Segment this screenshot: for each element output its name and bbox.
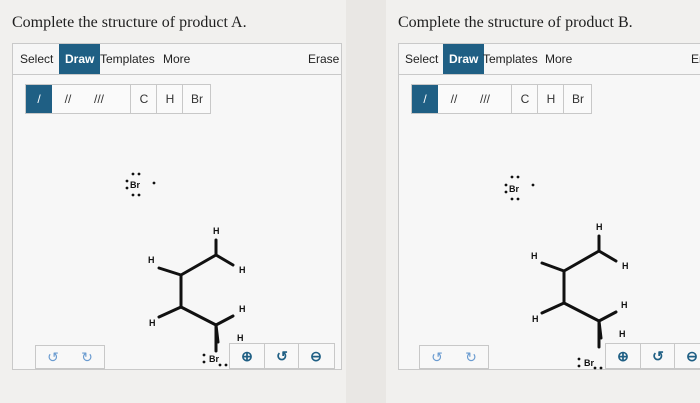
hydrogen-label: H: [239, 265, 246, 275]
molecule-structure: Br H H H H H H Br: [125, 172, 246, 367]
bromine-substituent-label: Br: [584, 358, 594, 368]
hydrogen-label: H: [239, 304, 246, 314]
draw-tool-button[interactable]: Draw: [443, 44, 485, 74]
reset-view-icon[interactable]: ↺: [640, 344, 675, 368]
erase-button[interactable]: Er: [691, 44, 700, 74]
more-button[interactable]: More: [163, 44, 190, 74]
zoom-out-icon[interactable]: ⊖: [298, 344, 333, 368]
hydrogen-label: H: [237, 333, 244, 343]
zoom-in-icon[interactable]: ⊕: [230, 344, 264, 368]
question-panel-b: Complete the structure of product B. Sel…: [386, 0, 700, 403]
hydrogen-label: H: [532, 314, 539, 324]
zoom-in-icon[interactable]: ⊕: [606, 344, 640, 368]
bromide-ion-label: Br: [130, 180, 140, 190]
templates-button[interactable]: Templates: [100, 44, 155, 74]
hydrogen-label: H: [531, 251, 538, 261]
select-tool-button[interactable]: Select: [405, 44, 438, 74]
erase-button[interactable]: Erase: [308, 44, 339, 74]
bromide-ion-label: Br: [509, 184, 519, 194]
question-panel-a: Complete the structure of product A. Sel…: [0, 0, 346, 403]
hydrogen-label: H: [148, 255, 155, 265]
undo-redo-group: ↺ ↻: [419, 345, 489, 369]
more-button[interactable]: More: [545, 44, 572, 74]
undo-redo-group: ↺ ↻: [35, 345, 105, 369]
select-tool-button[interactable]: Select: [20, 44, 53, 74]
drawing-canvas[interactable]: / // /// C H Br Br H H H H H H Br ↺ ↻ ⊕ …: [12, 75, 342, 370]
hydrogen-label: H: [213, 226, 220, 236]
hydrogen-label: H: [619, 329, 626, 339]
templates-button[interactable]: Templates: [483, 44, 538, 74]
hydrogen-label: H: [621, 300, 628, 310]
undo-icon[interactable]: ↺: [420, 346, 454, 368]
redo-icon[interactable]: ↻: [70, 346, 104, 368]
hydrogen-label: H: [622, 261, 629, 271]
drawing-canvas[interactable]: / // /// C H Br Br H H H H H H Br ↺ ↻ ⊕ …: [398, 75, 700, 370]
editor-toolbar: Select Draw Templates More Er: [398, 43, 700, 75]
question-title: Complete the structure of product B.: [398, 14, 633, 31]
hydrogen-label: H: [149, 318, 156, 328]
bromine-substituent-label: Br: [209, 354, 219, 364]
question-title: Complete the structure of product A.: [12, 14, 247, 31]
hydrogen-label: H: [596, 222, 603, 232]
molecule-structure: Br H H H H H H Br: [504, 175, 629, 370]
reset-view-icon[interactable]: ↺: [264, 344, 299, 368]
zoom-out-icon[interactable]: ⊖: [674, 344, 700, 368]
draw-tool-button[interactable]: Draw: [59, 44, 101, 74]
undo-icon[interactable]: ↺: [36, 346, 70, 368]
zoom-controls: ⊕ ↺ ⊖: [229, 343, 335, 369]
zoom-controls: ⊕ ↺ ⊖: [605, 343, 700, 369]
editor-toolbar: Select Draw Templates More Erase: [12, 43, 342, 75]
redo-icon[interactable]: ↻: [454, 346, 488, 368]
